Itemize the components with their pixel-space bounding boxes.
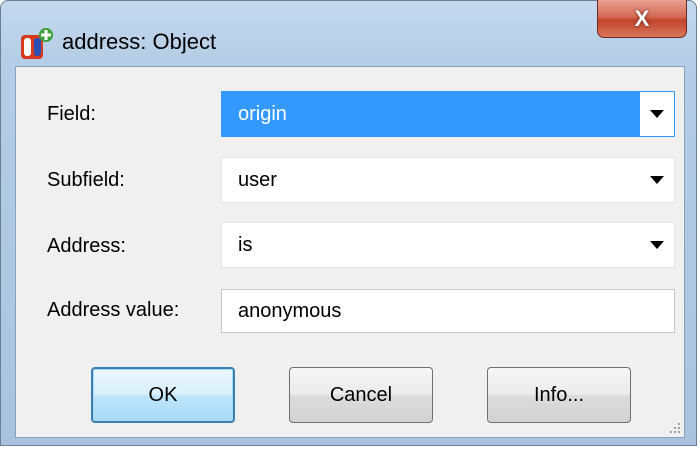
dropdown-arrow-icon[interactable]: [640, 223, 674, 267]
info-button[interactable]: Info...: [487, 367, 631, 423]
address-dropdown[interactable]: is: [221, 222, 675, 268]
close-button[interactable]: X: [597, 0, 687, 38]
address-value-text: anonymous: [238, 300, 342, 322]
field-dropdown[interactable]: origin: [221, 91, 675, 137]
app-icon: [21, 28, 53, 59]
address-value-input[interactable]: anonymous: [221, 289, 675, 333]
dropdown-arrow-icon[interactable]: [640, 158, 674, 202]
field-dropdown-value: origin: [238, 103, 287, 125]
subfield-dropdown-value: user: [238, 169, 277, 191]
address-dropdown-value: is: [238, 234, 253, 256]
close-icon: X: [634, 5, 650, 31]
dialog-window: address: Object X Field: origin Subfield…: [0, 0, 697, 446]
resize-grip-icon[interactable]: [666, 419, 682, 435]
subfield-dropdown[interactable]: user: [221, 157, 675, 203]
address-value-label: Address value:: [47, 299, 180, 321]
cancel-button[interactable]: Cancel: [289, 367, 433, 423]
ok-button[interactable]: OK: [91, 367, 235, 423]
subfield-label: Subfield:: [47, 169, 125, 191]
title-bar[interactable]: address: Object X: [1, 0, 696, 59]
dropdown-arrow-icon[interactable]: [640, 92, 674, 136]
dialog-client-area: Field: origin Subfield: user Address: is…: [15, 66, 685, 438]
window-title: address: Object: [62, 29, 217, 54]
field-label: Field:: [47, 103, 96, 125]
address-label: Address:: [47, 235, 126, 257]
